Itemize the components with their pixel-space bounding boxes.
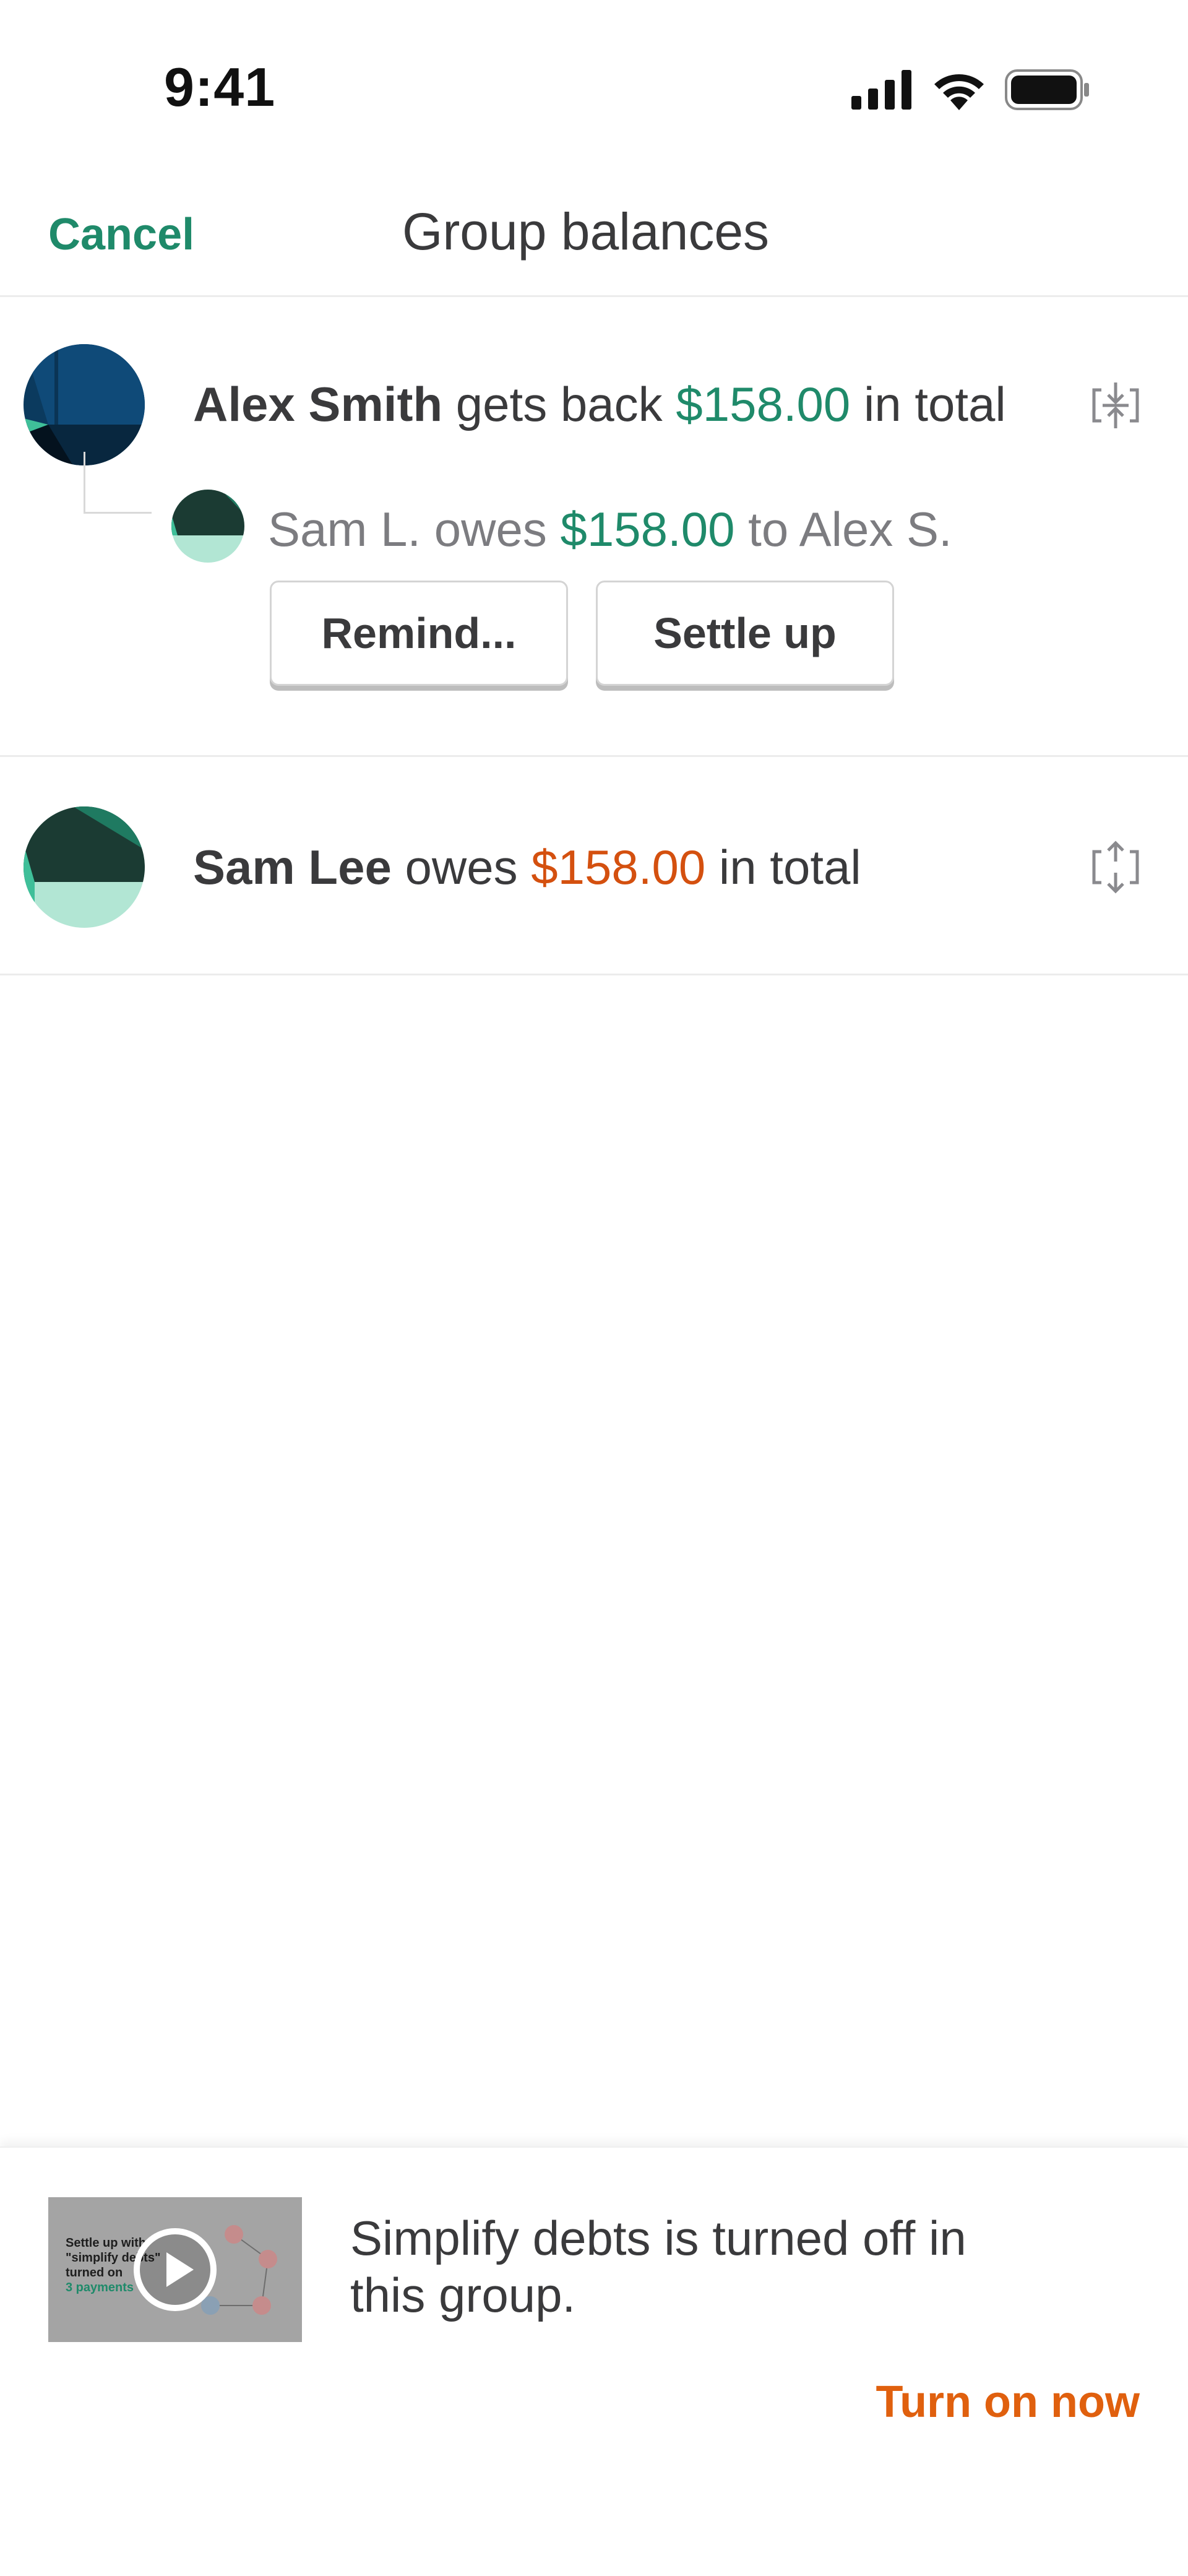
- balance-suffix: in total: [863, 377, 1006, 431]
- balance-summary-sam: Sam Lee owes $158.00 in total: [193, 839, 861, 896]
- page-title: Group balances: [402, 202, 770, 261]
- tree-connector: [84, 452, 152, 514]
- video-thumbnail[interactable]: Settle up with "simplify debts" turned o…: [48, 2197, 302, 2342]
- simplify-debts-banner: Settle up with "simplify debts" turned o…: [0, 2146, 1188, 2576]
- balance-row-alex-smith[interactable]: Alex Smith gets back $158.00 in total Sa…: [0, 297, 1188, 757]
- banner-message: Simplify debts is turned off in this gro…: [350, 2211, 966, 2322]
- avatar-sam-lee: [24, 806, 145, 928]
- debt-amount: $158.00: [560, 502, 735, 556]
- debt-detail: Sam L. owes $158.00 to Alex S.: [268, 501, 952, 558]
- play-icon[interactable]: [132, 2226, 218, 2313]
- remind-button[interactable]: Remind...: [270, 581, 568, 686]
- person-name: Sam Lee: [193, 840, 392, 894]
- debt-debtor: Sam L. owes: [268, 502, 547, 556]
- avatar-alex-smith: [24, 344, 145, 465]
- balance-row-sam-lee[interactable]: Sam Lee owes $158.00 in total: [0, 757, 1188, 975]
- status-bar: 9:41: [0, 0, 1188, 173]
- collapse-icon[interactable]: [1088, 378, 1143, 433]
- balance-verb: owes: [405, 840, 518, 894]
- debt-creditor: to Alex S.: [748, 502, 952, 556]
- status-time: 9:41: [164, 56, 276, 118]
- cellular-signal-icon: [851, 70, 911, 110]
- status-icons: [851, 65, 1089, 115]
- balance-verb: gets back: [455, 377, 663, 431]
- nav-bar: Cancel Group balances: [0, 173, 1188, 297]
- balance-amount: $158.00: [531, 840, 706, 894]
- avatar-sam-lee-small: [171, 490, 244, 563]
- settle-up-button[interactable]: Settle up: [596, 581, 894, 686]
- balance-summary-alex: Alex Smith gets back $158.00 in total: [193, 376, 1006, 433]
- expand-icon[interactable]: [1088, 839, 1143, 895]
- cancel-button[interactable]: Cancel: [48, 209, 194, 260]
- balance-amount: $158.00: [676, 377, 851, 431]
- person-name: Alex Smith: [193, 377, 443, 431]
- battery-icon: [1005, 69, 1089, 110]
- balance-suffix: in total: [718, 840, 861, 894]
- wifi-icon: [934, 74, 984, 110]
- turn-on-now-link[interactable]: Turn on now: [876, 2377, 1140, 2427]
